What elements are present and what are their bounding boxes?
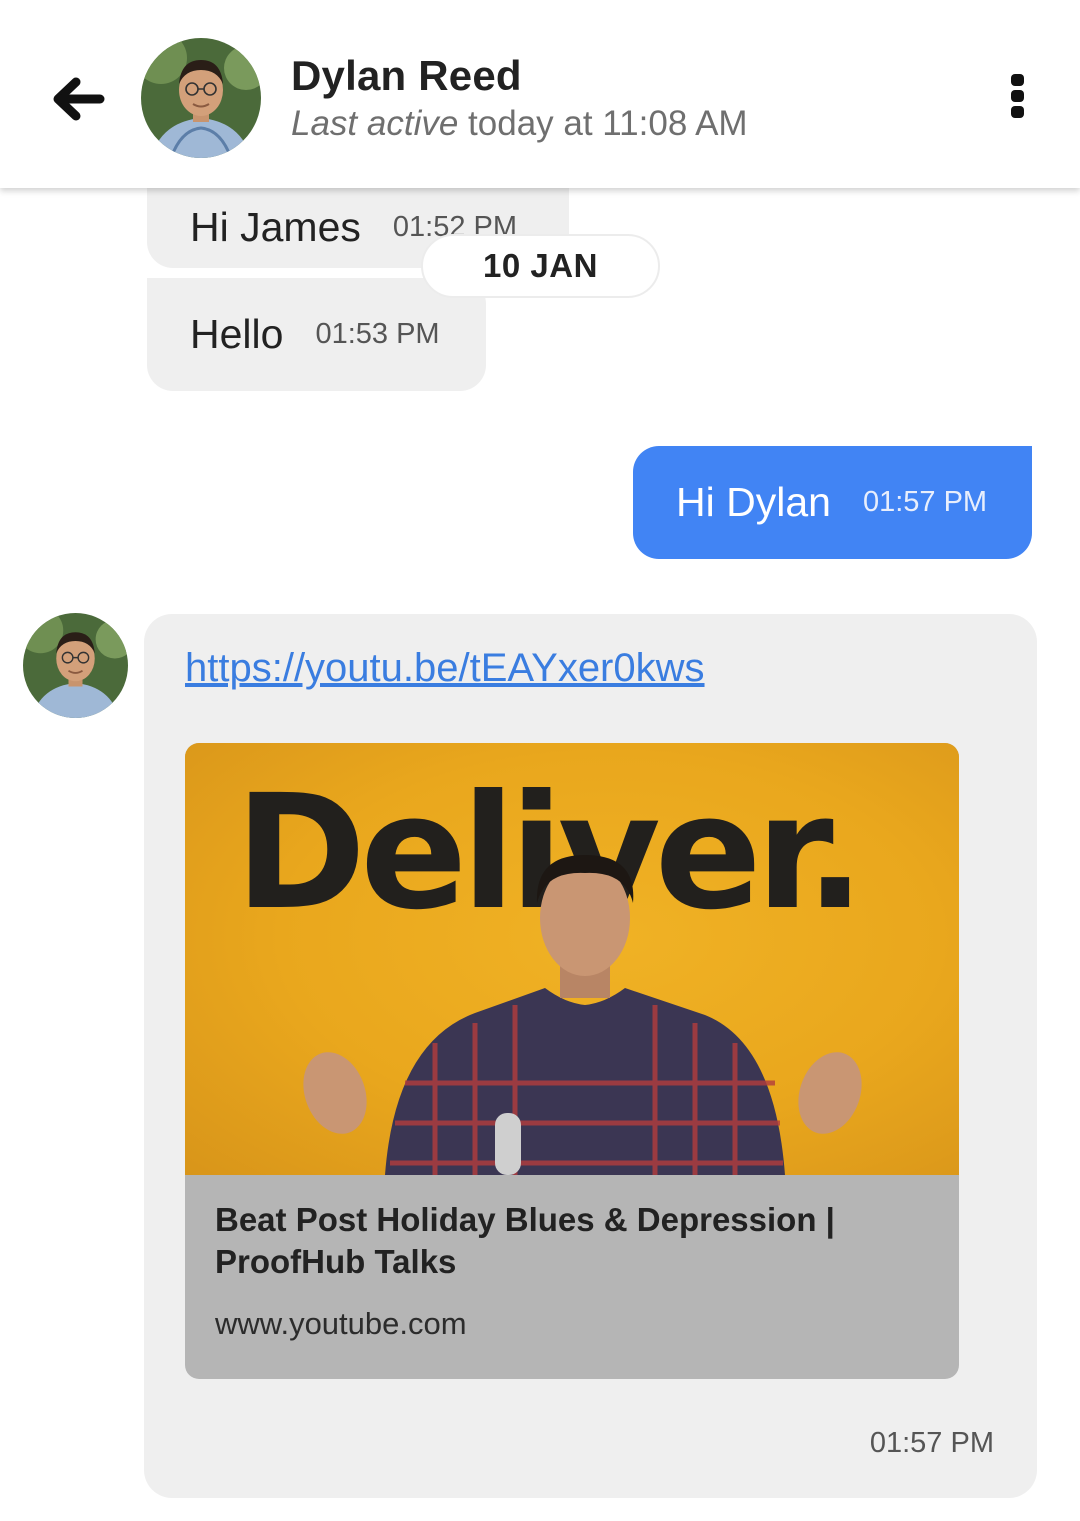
message-text: Hello: [190, 311, 284, 357]
link-preview-card[interactable]: Deliver. Beat Post Holiday Blues & Depre…: [185, 743, 959, 1379]
message-time: 01:57 PM: [869, 1427, 994, 1459]
sender-avatar[interactable]: [23, 613, 128, 718]
last-active-status: Last active today at 11:08 AM: [291, 104, 748, 144]
message-time: 01:57 PM: [862, 486, 988, 518]
message-text: Hi Dylan: [676, 479, 831, 525]
message-text: Hi James: [190, 203, 361, 250]
avatar-photo: [141, 38, 261, 158]
link-message-bubble[interactable]: https://youtu.be/tEAYxer0kws Deliver. Be…: [144, 614, 1037, 1498]
more-vertical-icon: [1011, 74, 1024, 118]
chat-header: Dylan Reed Last active today at 11:08 AM: [0, 0, 1080, 188]
preview-title: Beat Post Holiday Blues & Depression | P…: [215, 1201, 835, 1280]
chat-screen: Dylan Reed Last active today at 11:08 AM…: [0, 0, 1080, 1521]
avatar-photo: [23, 613, 128, 718]
contact-name[interactable]: Dylan Reed: [291, 52, 522, 100]
message-bubble-outgoing[interactable]: Hi Dylan 01:57 PM: [633, 446, 1032, 559]
date-separator: 10 JAN: [421, 234, 660, 298]
arrow-left-icon: [53, 77, 105, 121]
last-active-label: Last active: [291, 104, 459, 143]
thumbnail-figure: [303, 855, 862, 1175]
video-thumbnail[interactable]: Deliver.: [185, 743, 959, 1175]
message-bubble-incoming[interactable]: Hello 01:53 PM: [147, 278, 486, 391]
message-time: 01:53 PM: [315, 318, 440, 350]
more-options-button[interactable]: [996, 68, 1040, 124]
last-active-time: today at 11:08 AM: [468, 104, 748, 143]
preview-domain: www.youtube.com: [215, 1306, 467, 1341]
back-button[interactable]: [50, 74, 106, 124]
contact-avatar[interactable]: [141, 38, 261, 158]
shared-link[interactable]: https://youtu.be/tEAYxer0kws: [185, 646, 705, 691]
